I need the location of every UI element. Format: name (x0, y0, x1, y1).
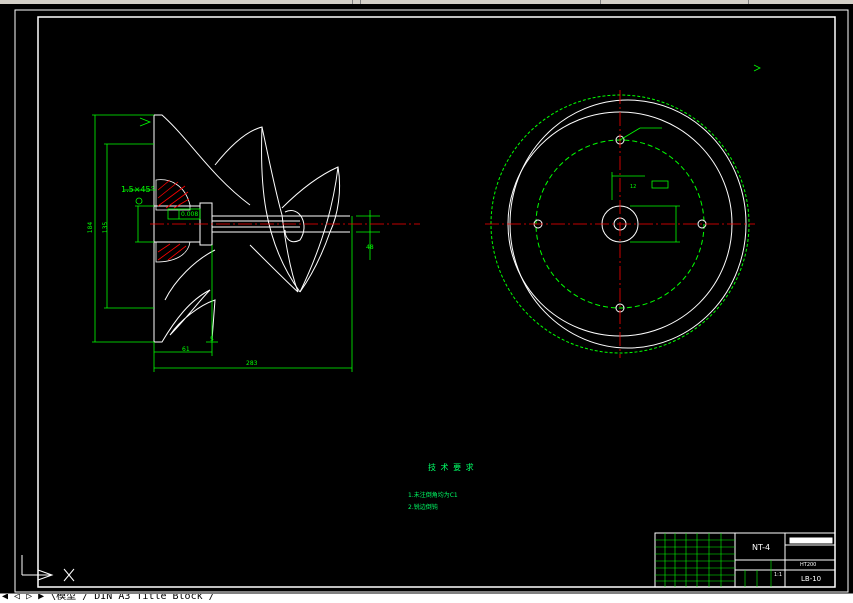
dim-184-label: 184 (87, 221, 95, 234)
front-view-centerlines (485, 90, 755, 358)
tech-requirement-2: 2.锐边倒钝 (408, 504, 438, 511)
impeller-side-view (153, 114, 350, 343)
ucs-icon (21, 555, 75, 582)
roughness-mark (139, 117, 152, 127)
title-block-drawing-number: LB-10 (801, 575, 822, 583)
dim-283-label: 283 (246, 360, 258, 367)
roughness-symbol (753, 64, 761, 72)
tech-requirements-title: 技 术 要 求 (428, 463, 475, 472)
hatch-line (157, 243, 171, 253)
hatch-line (157, 179, 171, 191)
blade-bottom (169, 289, 216, 341)
blade-2 (281, 166, 341, 293)
hatch-line (157, 181, 179, 199)
tech-requirement-1: 1.未注倒角均为C1 (408, 492, 458, 499)
dim-61-label: 61 (182, 346, 190, 353)
holes-leader (619, 127, 641, 141)
cone-top-edge (154, 114, 251, 206)
dim-hub-label: 12 (630, 184, 637, 190)
section-hatch (155, 179, 191, 263)
title-block-name: NT-4 (752, 543, 771, 552)
tolerance-value: 0.008 (181, 211, 199, 218)
datum-symbol (135, 197, 143, 205)
blade-1 (214, 126, 299, 293)
blade-2-inner (299, 166, 339, 293)
front-view-dimensions (611, 64, 761, 243)
hub-tolerance-frame (651, 180, 669, 189)
hatch-line (157, 243, 181, 261)
left-dimensions (92, 114, 380, 372)
dim-135-label: 135 (102, 221, 110, 234)
chamfer-label: 1.5×45° (121, 185, 155, 194)
ucs-x-label (63, 568, 75, 582)
cone-bottom-edge (154, 289, 211, 343)
title-block-scale: 1:1 (774, 572, 783, 578)
hatch-bottom-outline (155, 241, 191, 263)
title-block-material: HT200 (800, 562, 817, 568)
dim-48-label: 48 (366, 244, 374, 251)
shaft-nose (284, 210, 305, 243)
tb-company-bar (789, 537, 833, 544)
dim-5-label: 5 (210, 336, 214, 343)
hatch-line (157, 185, 186, 207)
